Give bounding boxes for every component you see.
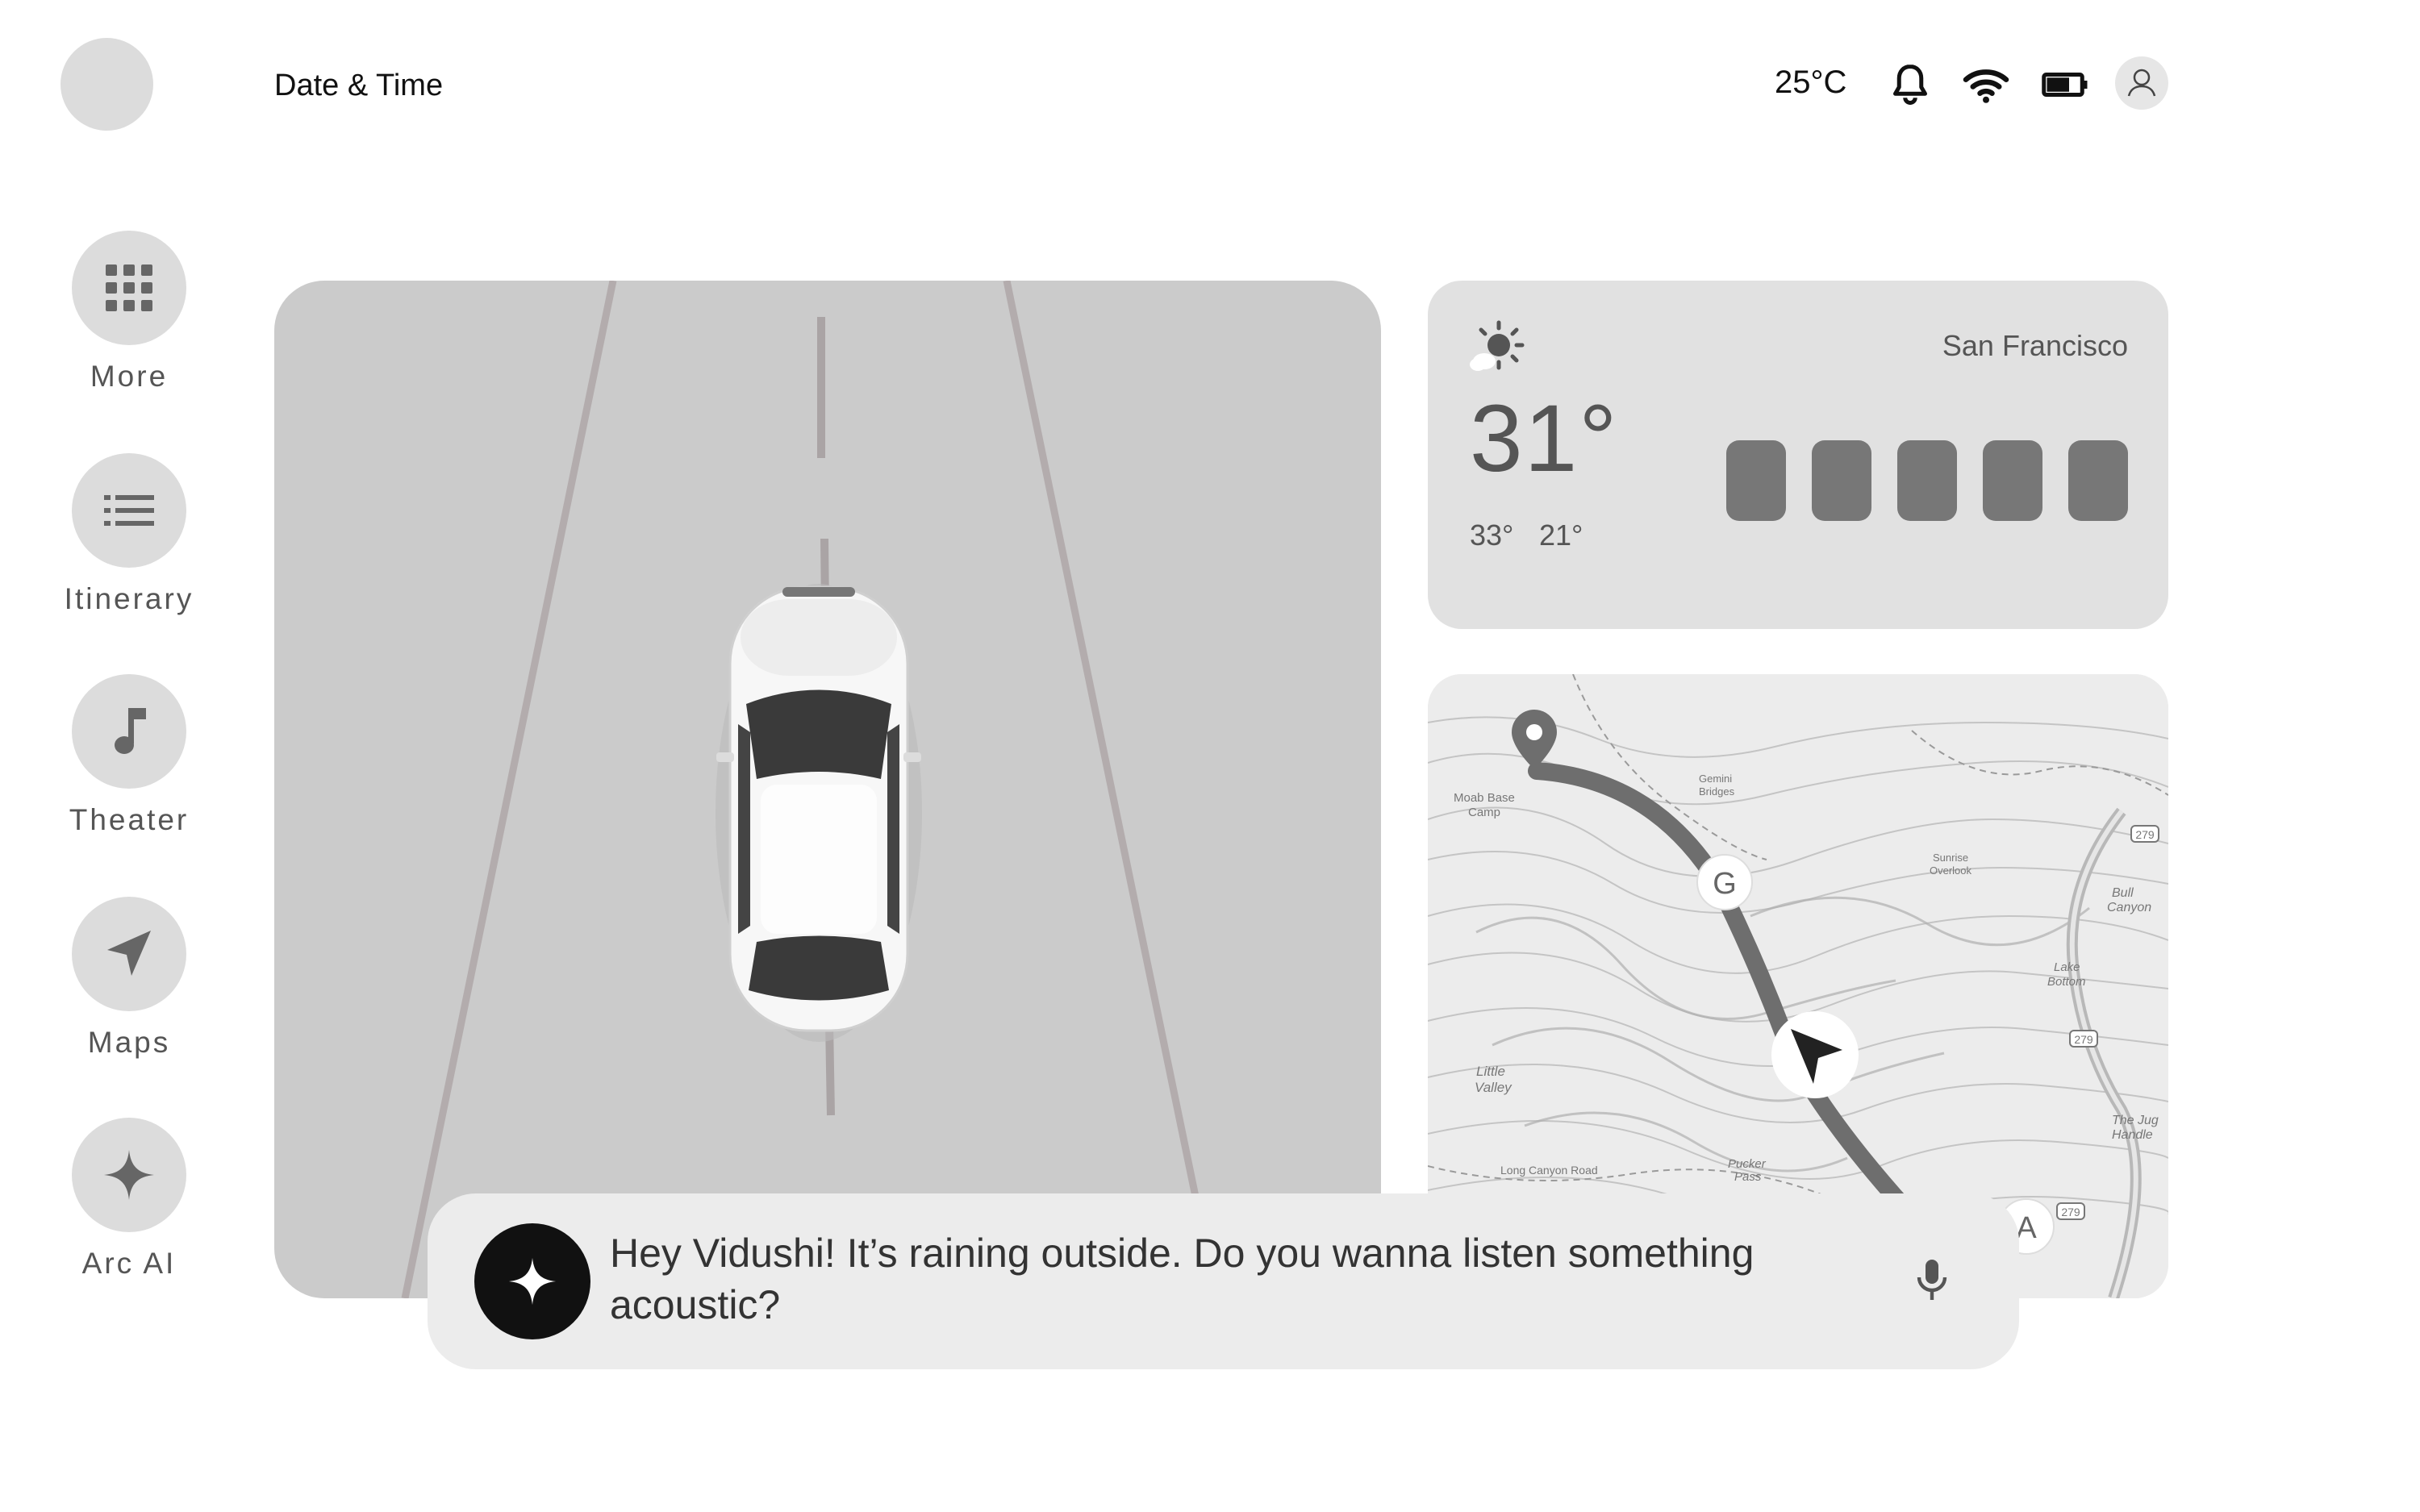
map-marker-g: G [1713,867,1737,901]
profile-icon [2127,69,2156,97]
music-note-icon [115,708,146,754]
weather-low-temp: 21° [1539,519,1583,552]
app-logo[interactable] [60,38,153,131]
map-label-long-canyon: Long Canyon Road [1500,1164,1598,1177]
map-marker-a: A [2016,1211,2037,1245]
wifi-icon[interactable] [1962,60,2010,109]
assistant-message-text: Hey Vidushi! It’s raining outside. Do yo… [610,1231,1754,1327]
map-label-little-2: Valley [1475,1080,1512,1095]
status-temperature: 25°C [1775,65,1847,100]
assistant-message-bar[interactable]: Hey Vidushi! It’s raining outside. Do yo… [428,1193,2019,1369]
nav-label-maps: Maps [87,1026,171,1059]
forecast-placeholder-5 [2068,440,2128,521]
microphone-icon[interactable] [1912,1256,1952,1305]
map-label-bull-2: Canyon [2107,901,2151,914]
vehicle-road-view [274,281,1381,1298]
current-location-arrow-icon [1771,1011,1859,1098]
nav-item-arc-ai[interactable]: Arc AI [48,1118,210,1281]
bell-icon[interactable] [1886,60,1934,109]
map-label-little: Little [1476,1064,1505,1079]
list-icon [104,495,154,526]
partly-sunny-icon [1470,320,1525,371]
nav-theater-button[interactable] [72,674,186,789]
road-edge-right [1003,281,1220,1298]
nav-item-itinerary[interactable]: Itinerary [48,453,210,616]
nav-arc-ai-button[interactable] [72,1118,186,1232]
road-illustration [401,281,1220,1298]
forecast-placeholder-3 [1897,440,1957,521]
map-label-sunrise: Sunrise [1933,852,1968,864]
assistant-avatar[interactable] [474,1223,590,1339]
sparkle-icon [104,1150,154,1200]
forecast-placeholder-1 [1726,440,1786,521]
forecast-placeholder-4 [1983,440,2042,521]
nav-item-theater[interactable]: Theater [48,674,210,837]
sparkle-icon [508,1257,557,1306]
map-shield-279c: 279 [2061,1206,2080,1218]
navigation-arrow-icon [107,931,151,976]
weather-high-temp: 33° [1470,519,1514,552]
map-shield-279b: 279 [2074,1033,2093,1046]
map-label-bull: Bull [2112,886,2134,900]
weather-city: San Francisco [1942,329,2128,362]
map-label-pucker-2: Pass [1734,1170,1762,1184]
profile-avatar[interactable] [2115,56,2168,110]
nav-item-maps[interactable]: Maps [48,897,210,1060]
car-illustration [716,584,922,1042]
nav-itinerary-button[interactable] [72,453,186,568]
nav-label-arc-ai: Arc AI [81,1247,177,1280]
nav-more-button[interactable] [72,231,186,345]
nav-label-theater: Theater [69,803,190,836]
map-label-jug: The Jug [2112,1114,2159,1127]
nav-maps-button[interactable] [72,897,186,1011]
map-label-moab-2: Camp [1468,806,1500,819]
road-edge-left [401,281,617,1298]
nav-label-itinerary: Itinerary [64,582,194,615]
map-label-jug-2: Handle [2112,1128,2153,1142]
map-label-gemini-2: Bridges [1699,785,1735,798]
battery-icon [2042,73,2088,97]
map-label-lake-2: Bottom [2047,975,2086,989]
map-shield-279a: 279 [2135,828,2155,841]
weather-current-temp: 31° [1470,385,1619,492]
map-label-moab: Moab Base [1454,791,1515,805]
map-label-sunrise-2: Overlook [1930,864,1972,877]
nav-item-more[interactable]: More [48,231,210,394]
map-label-lake: Lake [2054,960,2080,974]
forecast-placeholder-2 [1812,440,1871,521]
grid-icon [106,264,152,311]
weather-widget[interactable]: San Francisco 31° 33° 21° [1428,281,2168,629]
map-label-pucker: Pucker [1728,1157,1767,1171]
map-label-gemini: Gemini [1699,773,1732,785]
date-time-label: Date & Time [274,69,444,102]
nav-label-more: More [90,360,169,393]
